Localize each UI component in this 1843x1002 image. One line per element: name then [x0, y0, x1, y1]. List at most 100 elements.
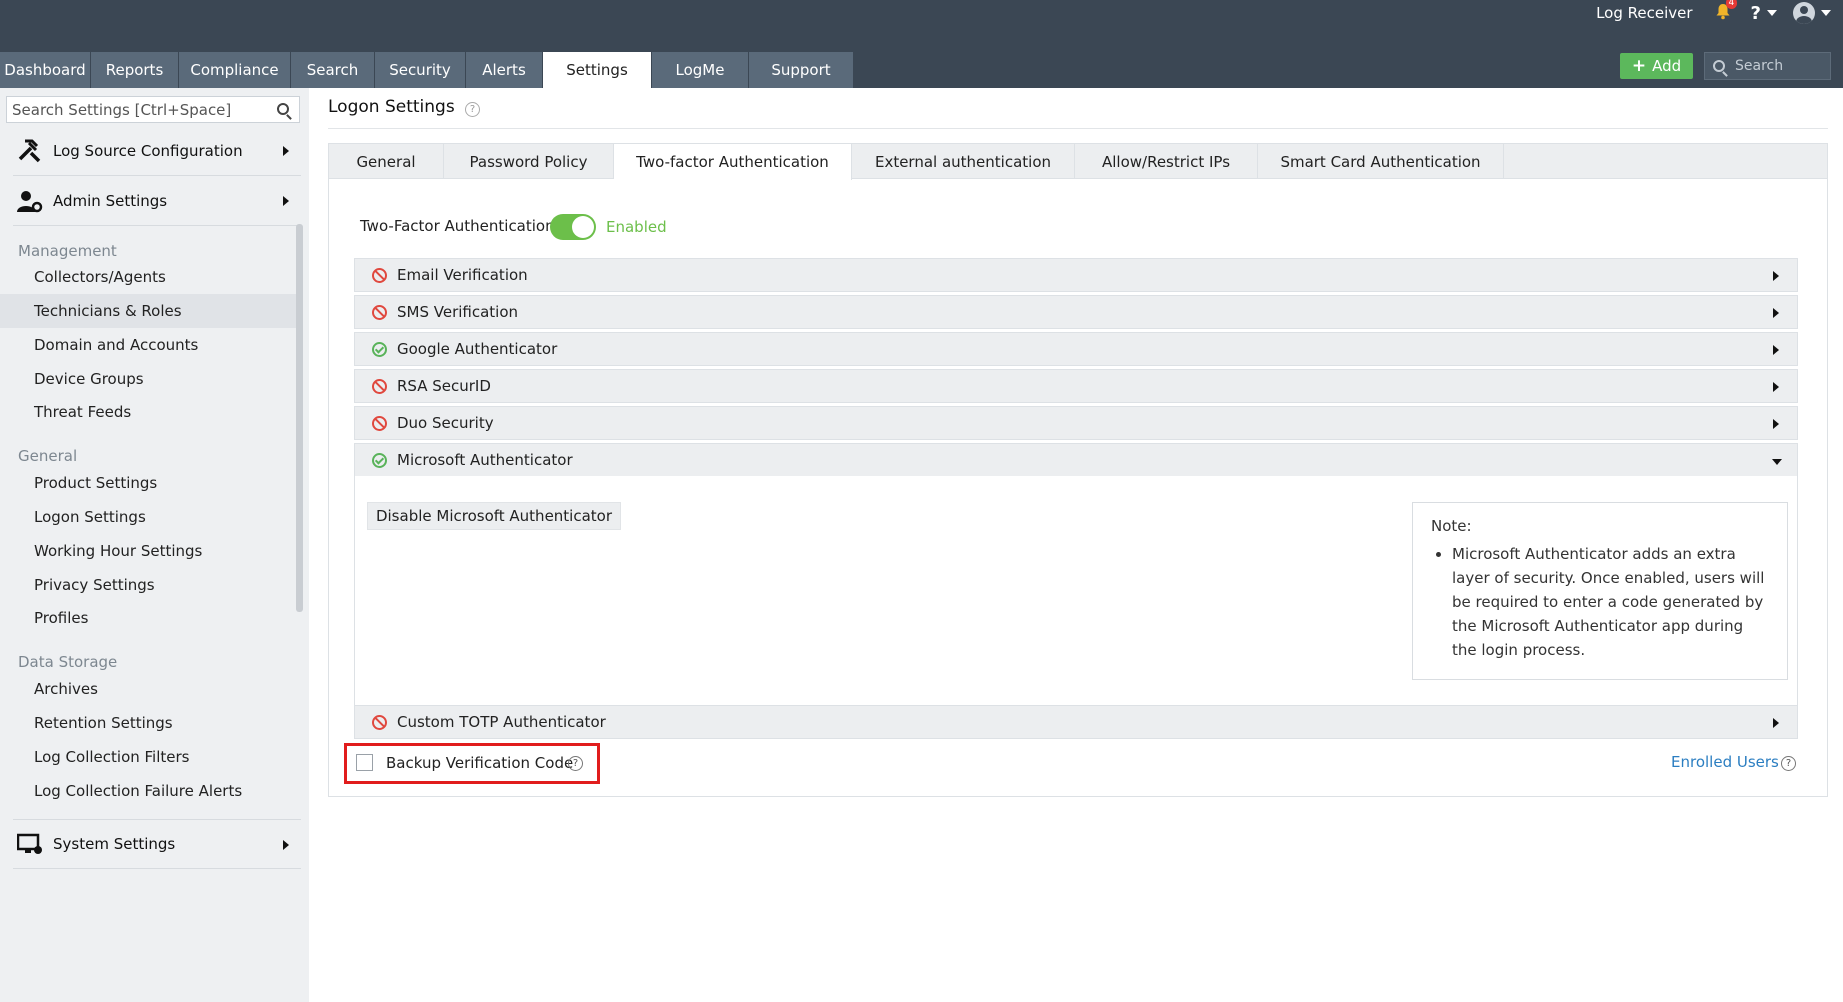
accordion-label: RSA SecurID: [397, 377, 491, 395]
sidebar-item-profiles[interactable]: Profiles: [0, 601, 296, 635]
settings-search-placeholder: Search Settings [Ctrl+Space]: [12, 100, 232, 119]
add-button[interactable]: + Add: [1620, 53, 1693, 79]
sidebar-section-general: General: [18, 447, 78, 465]
accordion-label: Microsoft Authenticator: [397, 451, 573, 469]
sidebar-item-threat-feeds[interactable]: Threat Feeds: [0, 395, 296, 429]
accordion-custom-totp-authenticator[interactable]: Custom TOTP Authenticator: [354, 705, 1798, 739]
accordion-duo-security[interactable]: Duo Security: [354, 406, 1798, 440]
tab-password-policy[interactable]: Password Policy: [444, 144, 614, 179]
settings-sidebar: Search Settings [Ctrl+Space] Log Source …: [0, 88, 309, 1002]
accordion-rsa-securid[interactable]: RSA SecurID: [354, 369, 1798, 403]
two-factor-state: Enabled: [606, 218, 667, 236]
sidebar-item-collectors-agents[interactable]: Collectors/Agents: [0, 260, 296, 294]
disabled-status-icon: [372, 415, 387, 431]
monitor-gear-icon: [17, 833, 42, 854]
accordion-label: SMS Verification: [397, 303, 519, 321]
nav-tab-support[interactable]: Support: [749, 52, 854, 88]
plus-icon: +: [1631, 56, 1647, 76]
help-icon[interactable]: ?: [1751, 3, 1761, 24]
note-box: Note: Microsoft Authenticator adds an ex…: [1412, 502, 1788, 680]
sidebar-item-privacy-settings[interactable]: Privacy Settings: [0, 568, 296, 602]
note-title: Note:: [1431, 517, 1472, 535]
notification-count-badge: 4: [1725, 0, 1738, 9]
nav-tab-search[interactable]: Search: [291, 52, 375, 88]
sidebar-section-data-storage: Data Storage: [18, 653, 118, 671]
help-dropdown-icon[interactable]: [1767, 10, 1777, 16]
admin-user-gear-icon: [17, 190, 43, 212]
accordion-email-verification[interactable]: Email Verification: [354, 258, 1798, 292]
accordion-label: Email Verification: [397, 266, 528, 284]
sidebar-group-admin-settings[interactable]: Admin Settings: [13, 176, 301, 226]
sidebar-item-log-collection-filters[interactable]: Log Collection Filters: [0, 740, 296, 774]
backup-verification-label: Backup Verification Code: [386, 754, 574, 772]
tab-external-authentication[interactable]: External authentication: [852, 144, 1075, 179]
help-icon[interactable]: ?: [465, 102, 480, 117]
accordion-microsoft-authenticator[interactable]: Microsoft Authenticator: [354, 443, 1798, 477]
header-utilities: Log Receiver 4 ?: [1596, 0, 1831, 26]
settings-search-input[interactable]: Search Settings [Ctrl+Space]: [6, 96, 300, 123]
accordion-label: Duo Security: [397, 414, 494, 432]
help-icon[interactable]: ?: [1781, 756, 1796, 771]
note-list: Microsoft Authenticator adds an extra la…: [1431, 542, 1769, 662]
chevron-right-icon: [1773, 718, 1779, 728]
disabled-status-icon: [372, 267, 387, 283]
user-dropdown-icon[interactable]: [1821, 10, 1831, 16]
sidebar-item-product-settings[interactable]: Product Settings: [0, 466, 296, 500]
sidebar-item-working-hour-settings[interactable]: Working Hour Settings: [0, 534, 296, 568]
sidebar-item-archives[interactable]: Archives: [0, 672, 296, 706]
enrolled-users-link[interactable]: Enrolled Users: [1671, 753, 1779, 771]
sidebar-group-label: System Settings: [53, 835, 176, 853]
disabled-status-icon: [372, 378, 387, 394]
chevron-down-icon: [1772, 459, 1782, 465]
disable-microsoft-authenticator-button[interactable]: Disable Microsoft Authenticator: [367, 502, 621, 530]
nav-tab-security[interactable]: Security: [375, 52, 466, 88]
tab-smart-card-authentication[interactable]: Smart Card Authentication: [1258, 144, 1504, 179]
enabled-status-icon: [372, 452, 387, 468]
accordion-sms-verification[interactable]: SMS Verification: [354, 295, 1798, 329]
sidebar-scrollbar[interactable]: [296, 224, 303, 612]
sidebar-item-device-groups[interactable]: Device Groups: [0, 362, 296, 396]
accordion-google-authenticator[interactable]: Google Authenticator: [354, 332, 1798, 366]
tab-general[interactable]: General: [329, 144, 444, 179]
note-text: Microsoft Authenticator adds an extra la…: [1452, 542, 1769, 662]
add-button-label: Add: [1652, 57, 1682, 75]
two-factor-toggle[interactable]: [550, 214, 596, 240]
search-icon: [1713, 60, 1725, 72]
chevron-right-icon: [1773, 382, 1779, 392]
accordion-label: Custom TOTP Authenticator: [397, 713, 606, 731]
search-icon[interactable]: [277, 103, 289, 115]
nav-tab-dashboard[interactable]: Dashboard: [0, 52, 91, 88]
notification-bell[interactable]: 4: [1715, 0, 1738, 24]
chevron-right-icon: [283, 196, 289, 206]
chevron-right-icon: [1773, 271, 1779, 281]
nav-tab-logme[interactable]: LogMe: [652, 52, 749, 88]
tab-two-factor-authentication[interactable]: Two-factor Authentication: [614, 144, 852, 180]
sidebar-item-domain-accounts[interactable]: Domain and Accounts: [0, 328, 296, 362]
disabled-status-icon: [372, 304, 387, 320]
help-icon[interactable]: ?: [568, 756, 583, 771]
toggle-knob: [572, 216, 594, 238]
sidebar-item-retention-settings[interactable]: Retention Settings: [0, 706, 296, 740]
log-receiver-link[interactable]: Log Receiver: [1596, 4, 1692, 22]
sidebar-item-log-collection-failure-alerts[interactable]: Log Collection Failure Alerts: [0, 774, 296, 808]
main-nav: Dashboard Reports Compliance Search Secu…: [0, 52, 854, 88]
nav-tab-settings[interactable]: Settings: [543, 52, 652, 88]
nav-tab-reports[interactable]: Reports: [91, 52, 179, 88]
tab-allow-restrict-ips[interactable]: Allow/Restrict IPs: [1075, 144, 1258, 179]
nav-tab-compliance[interactable]: Compliance: [179, 52, 291, 88]
sidebar-item-technicians-roles[interactable]: Technicians & Roles: [0, 294, 296, 328]
chevron-right-icon: [1773, 308, 1779, 318]
chevron-right-icon: [1773, 419, 1779, 429]
sidebar-group-system-settings[interactable]: System Settings: [13, 819, 301, 869]
backup-verification-checkbox[interactable]: [356, 754, 373, 771]
sidebar-group-label: Admin Settings: [53, 191, 168, 210]
global-search-input[interactable]: Search: [1704, 52, 1831, 80]
title-divider: [328, 128, 1828, 129]
chevron-right-icon: [1773, 345, 1779, 355]
logon-settings-tabs: General Password Policy Two-factor Authe…: [329, 144, 1827, 180]
user-avatar-icon[interactable]: [1793, 2, 1815, 24]
nav-tab-alerts[interactable]: Alerts: [466, 52, 543, 88]
sidebar-group-log-source-configuration[interactable]: Log Source Configuration: [13, 126, 301, 176]
chevron-right-icon: [283, 840, 289, 850]
sidebar-item-logon-settings[interactable]: Logon Settings: [0, 500, 296, 534]
